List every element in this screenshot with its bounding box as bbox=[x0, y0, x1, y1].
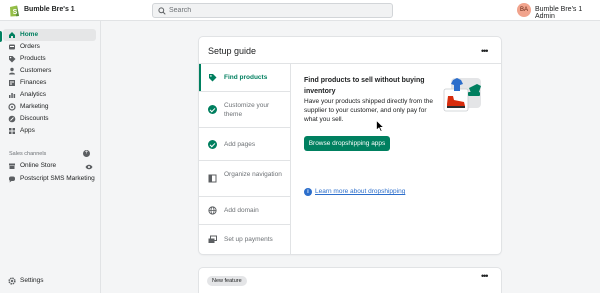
eye-icon[interactable] bbox=[85, 164, 93, 170]
person-icon bbox=[9, 67, 15, 75]
sales-channels-title: Sales channels bbox=[9, 151, 47, 157]
step-heading: Find products to sell without buying inv… bbox=[304, 77, 425, 95]
step-find-products[interactable]: Find products bbox=[199, 64, 290, 92]
avatar[interactable]: BA bbox=[517, 3, 531, 17]
check-icon bbox=[208, 140, 217, 149]
sidebar-item-home[interactable]: Home bbox=[3, 29, 96, 41]
tag-icon bbox=[209, 74, 217, 82]
sidebar-item-label: Online Store bbox=[20, 162, 57, 169]
step-organize-navigation[interactable]: Organize navigation bbox=[199, 161, 290, 197]
browse-dropshipping-apps-button[interactable]: Browse dropshipping apps bbox=[304, 136, 390, 151]
finances-icon bbox=[9, 80, 15, 86]
chat-icon bbox=[9, 176, 15, 183]
tag-icon bbox=[9, 56, 16, 63]
sidebar-item-discounts[interactable]: Discounts bbox=[3, 113, 96, 125]
sidebar-item-analytics[interactable]: Analytics bbox=[3, 89, 96, 101]
sidebar-item-orders[interactable]: Orders bbox=[3, 41, 96, 53]
step-customize-theme[interactable]: Customize your theme bbox=[199, 92, 290, 128]
bar-chart-icon bbox=[9, 93, 16, 98]
step-label: Find products bbox=[224, 74, 268, 81]
step-set-up-payments[interactable]: Set up payments bbox=[199, 225, 290, 254]
store-name[interactable]: Bumble Bre's 1 bbox=[24, 6, 75, 13]
sidebar: Home Orders Products Customers Finances … bbox=[0, 21, 101, 293]
top-bar: S Bumble Bre's 1 BA Bumble Bre's 1 Admin bbox=[0, 0, 600, 21]
sidebar-item-label: Products bbox=[20, 55, 46, 62]
target-icon bbox=[8, 103, 16, 111]
navigation-icon bbox=[208, 174, 217, 183]
step-description: Have your products shipped directly from… bbox=[304, 98, 433, 123]
sidebar-item-label: Analytics bbox=[20, 91, 47, 98]
sidebar-item-finances[interactable]: Finances bbox=[3, 77, 96, 89]
search-icon bbox=[158, 7, 166, 15]
sidebar-item-settings[interactable]: Settings bbox=[3, 275, 96, 287]
new-feature-badge: New feature bbox=[207, 276, 247, 286]
sidebar-item-customers[interactable]: Customers bbox=[3, 65, 96, 77]
sidebar-item-label: Settings bbox=[20, 277, 44, 284]
sidebar-item-label: Marketing bbox=[20, 103, 49, 110]
learn-more-link[interactable]: Learn more about dropshipping bbox=[315, 188, 405, 195]
svg-text:S: S bbox=[13, 9, 18, 16]
sidebar-item-label: Postscript SMS Marketing bbox=[20, 175, 95, 182]
more-actions-button[interactable]: ••• bbox=[481, 47, 489, 56]
sidebar-item-label: Home bbox=[20, 31, 39, 38]
step-label: Organize navigation bbox=[224, 171, 282, 178]
setup-steps: Find products Customize your theme Add p… bbox=[199, 64, 291, 254]
sidebar-item-label: Orders bbox=[20, 43, 40, 50]
sidebar-item-postscript[interactable]: Postscript SMS Marketing bbox=[3, 173, 96, 185]
step-label: Add domain bbox=[224, 207, 259, 214]
products-illustration-icon bbox=[443, 78, 481, 112]
step-label: Customize your theme bbox=[224, 102, 270, 118]
sidebar-item-label: Apps bbox=[20, 127, 35, 134]
step-add-pages[interactable]: Add pages bbox=[199, 128, 290, 161]
sidebar-item-apps[interactable]: Apps bbox=[3, 125, 96, 137]
orders-icon bbox=[9, 44, 15, 50]
sidebar-item-label: Finances bbox=[20, 79, 47, 86]
sidebar-item-label: Discounts bbox=[20, 115, 49, 122]
add-channel-button[interactable]: + bbox=[83, 150, 90, 157]
gear-icon bbox=[8, 277, 16, 285]
info-icon: i bbox=[304, 188, 312, 196]
step-label: Add pages bbox=[224, 141, 256, 148]
more-actions-button[interactable]: ••• bbox=[481, 272, 489, 281]
active-step-indicator bbox=[199, 64, 201, 91]
step-add-domain[interactable]: Add domain bbox=[199, 197, 290, 225]
globe-icon bbox=[208, 206, 217, 215]
payment-icon bbox=[208, 235, 217, 243]
new-feature-card: New feature ••• bbox=[199, 268, 501, 293]
sidebar-item-products[interactable]: Products bbox=[3, 53, 96, 65]
check-icon bbox=[208, 105, 217, 114]
sidebar-item-online-store[interactable]: Online Store bbox=[3, 160, 96, 172]
sidebar-item-label: Customers bbox=[20, 67, 52, 74]
search-bar[interactable] bbox=[152, 3, 393, 18]
mouse-cursor-icon bbox=[376, 120, 384, 132]
admin-name[interactable]: Bumble Bre's 1 Admin bbox=[535, 6, 600, 20]
discount-icon bbox=[8, 115, 16, 123]
shopify-logo-icon[interactable]: S bbox=[9, 4, 20, 17]
search-input[interactable] bbox=[169, 5, 384, 16]
sidebar-item-marketing[interactable]: Marketing bbox=[3, 101, 96, 113]
step-label: Set up payments bbox=[224, 236, 273, 243]
active-indicator bbox=[0, 31, 2, 42]
card-title: Setup guide bbox=[208, 46, 257, 56]
home-icon bbox=[9, 32, 15, 38]
apps-icon bbox=[9, 128, 15, 134]
store-icon bbox=[9, 163, 15, 169]
